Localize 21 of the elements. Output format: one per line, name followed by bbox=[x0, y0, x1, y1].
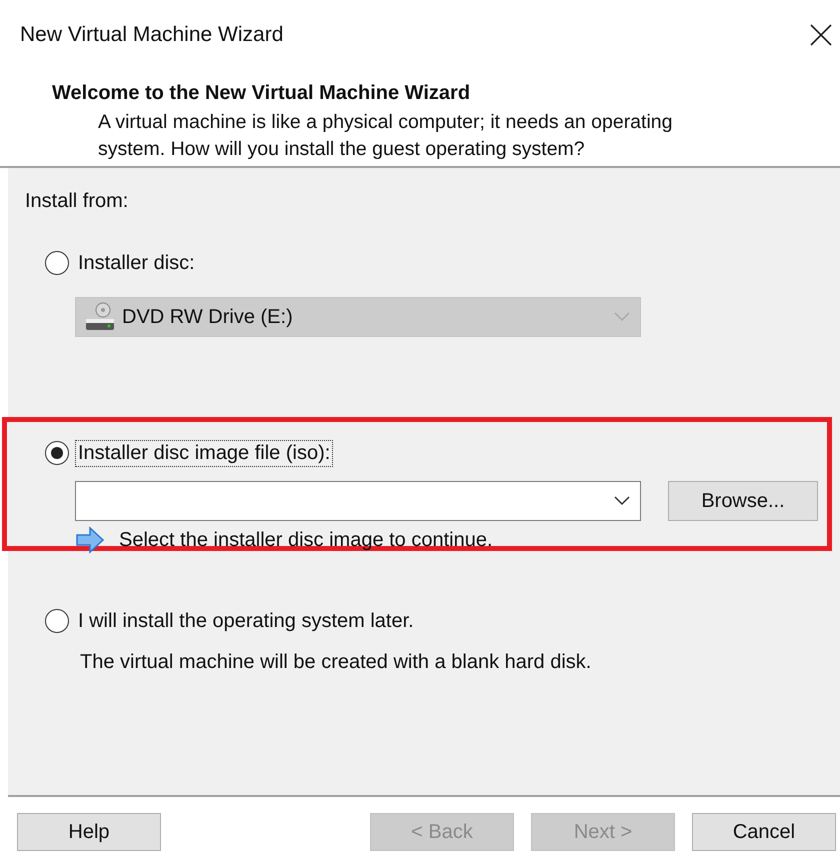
window-title: New Virtual Machine Wizard bbox=[20, 23, 284, 47]
radio-label[interactable]: Installer disc image file (iso): bbox=[75, 440, 334, 466]
wizard-button[interactable]: Help bbox=[17, 813, 161, 851]
hint-text: Select the installer disc image to continue. bbox=[119, 528, 493, 552]
close-icon[interactable] bbox=[810, 24, 832, 46]
install-from-label: Install from: bbox=[25, 190, 130, 213]
chevron-down-icon bbox=[614, 496, 630, 506]
radio-button[interactable] bbox=[45, 251, 69, 275]
radio-button[interactable] bbox=[45, 441, 69, 465]
wizard-button[interactable]: Cancel bbox=[692, 813, 836, 851]
wizard-description: A virtual machine is like a physical computer; it needs an operating system. How will you install the guest operating system? bbox=[98, 110, 674, 162]
chevron-down-icon bbox=[614, 312, 630, 322]
arrow-right-icon bbox=[75, 525, 105, 555]
wizard-heading: Welcome to the New Virtual Machine Wizard bbox=[52, 82, 472, 105]
radio-label[interactable]: Installer disc: bbox=[75, 250, 198, 276]
browse-button[interactable]: Browse... bbox=[668, 481, 818, 521]
iso-path-field[interactable] bbox=[75, 481, 641, 521]
radio-label[interactable]: I will install the operating system later. bbox=[75, 608, 417, 634]
disc-drive-icon bbox=[84, 302, 116, 332]
radio-button[interactable] bbox=[45, 609, 69, 633]
option-note: The virtual machine will be created with a blank hard disk. bbox=[80, 651, 592, 674]
